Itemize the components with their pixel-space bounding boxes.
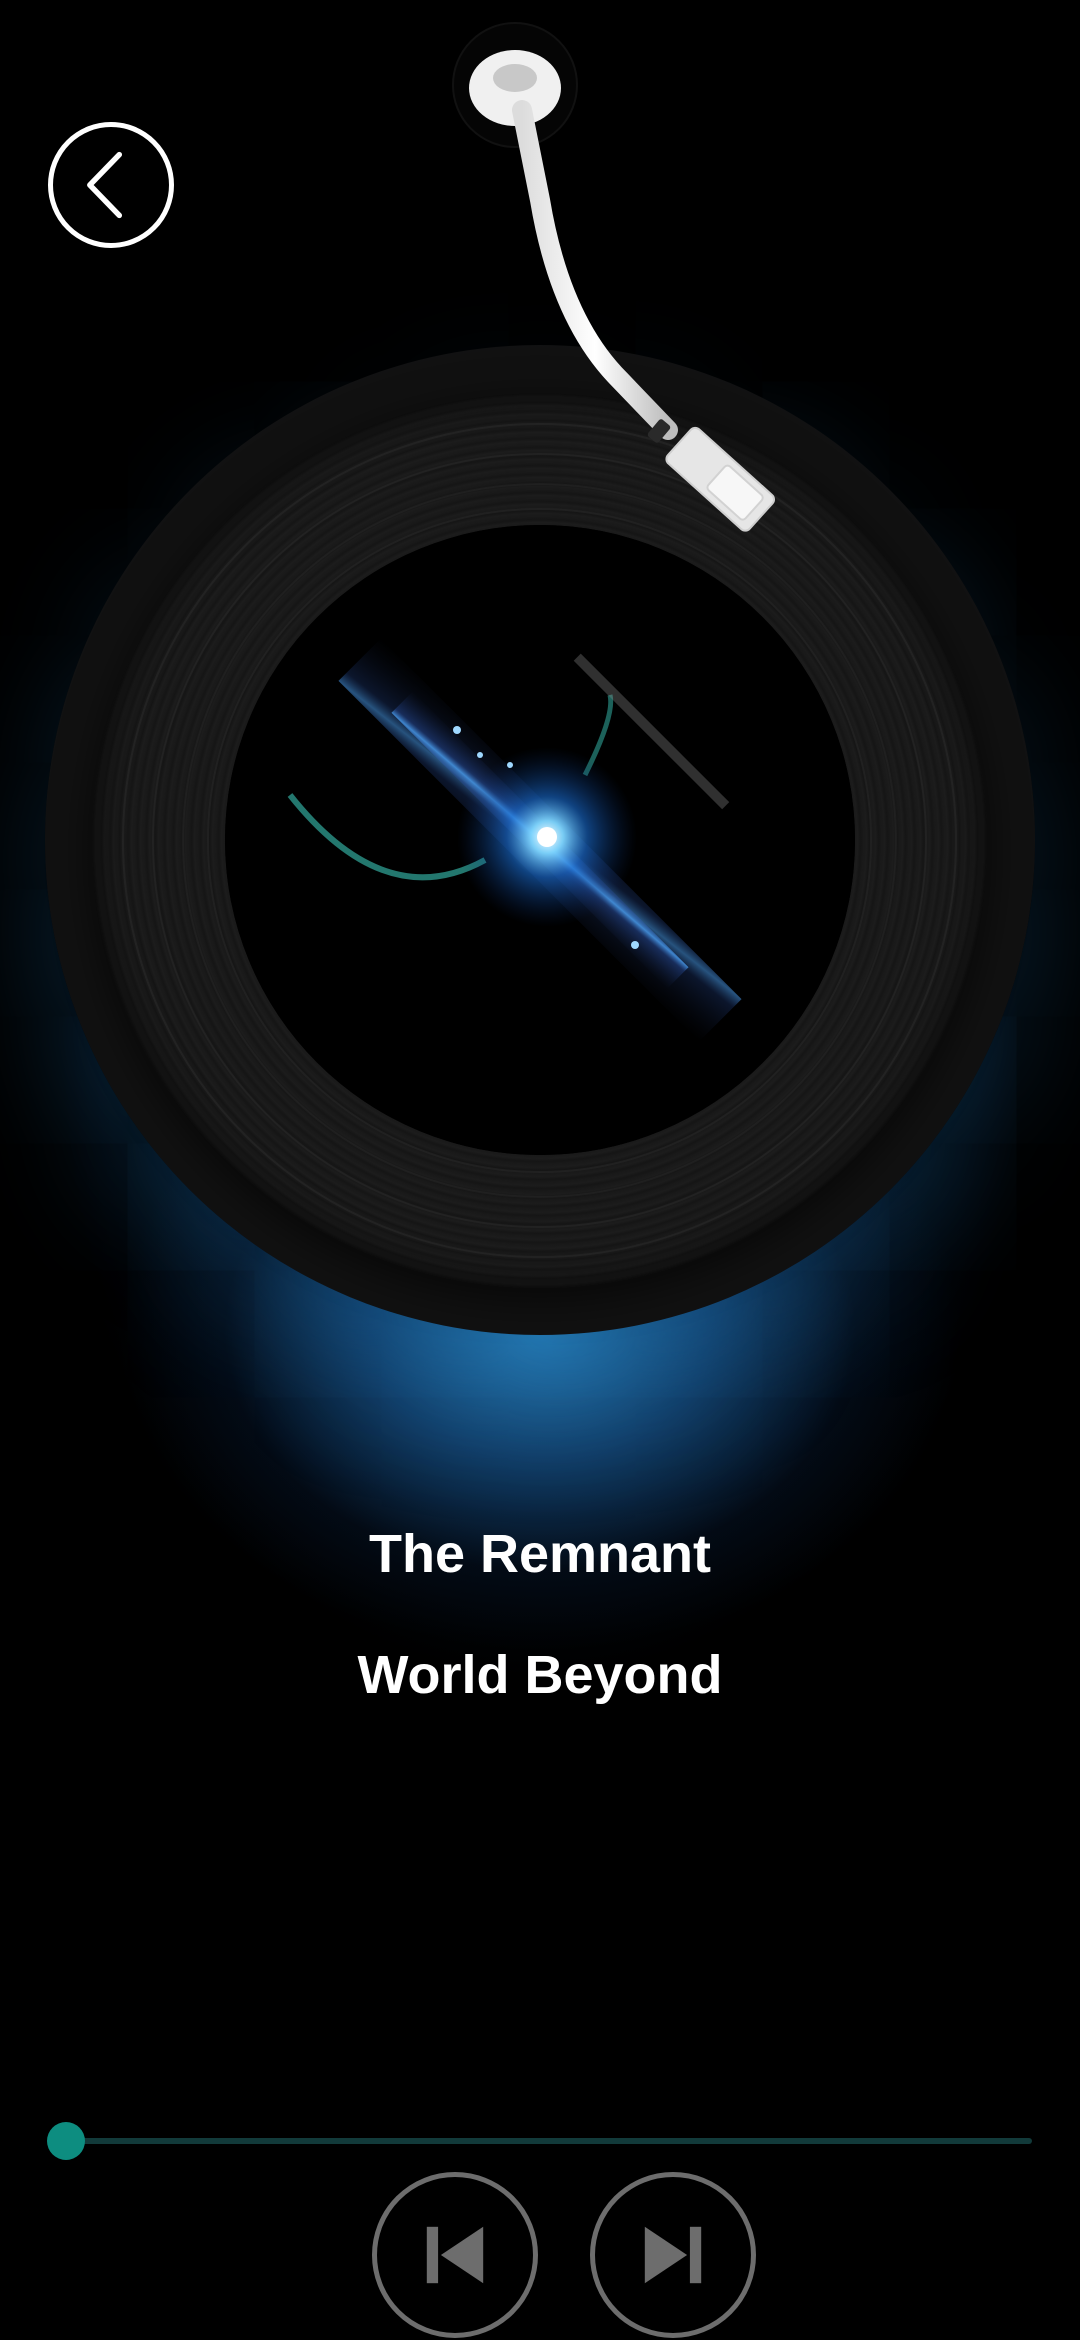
next-button[interactable] [590,2172,756,2338]
progress-thumb[interactable] [46,2122,85,2160]
track-title: The Remnant [368,1524,712,1584]
chevron-left-icon [87,151,123,219]
track-artist: World Beyond [357,1645,723,1705]
progress-bar[interactable] [46,2122,1032,2160]
skip-next-icon [644,2226,702,2284]
skip-previous-icon [426,2226,484,2284]
album-art [225,525,855,1155]
previous-button[interactable] [372,2172,538,2338]
back-button[interactable] [48,122,174,248]
music-player-screen: The Remnant World Beyond [0,0,1080,2340]
